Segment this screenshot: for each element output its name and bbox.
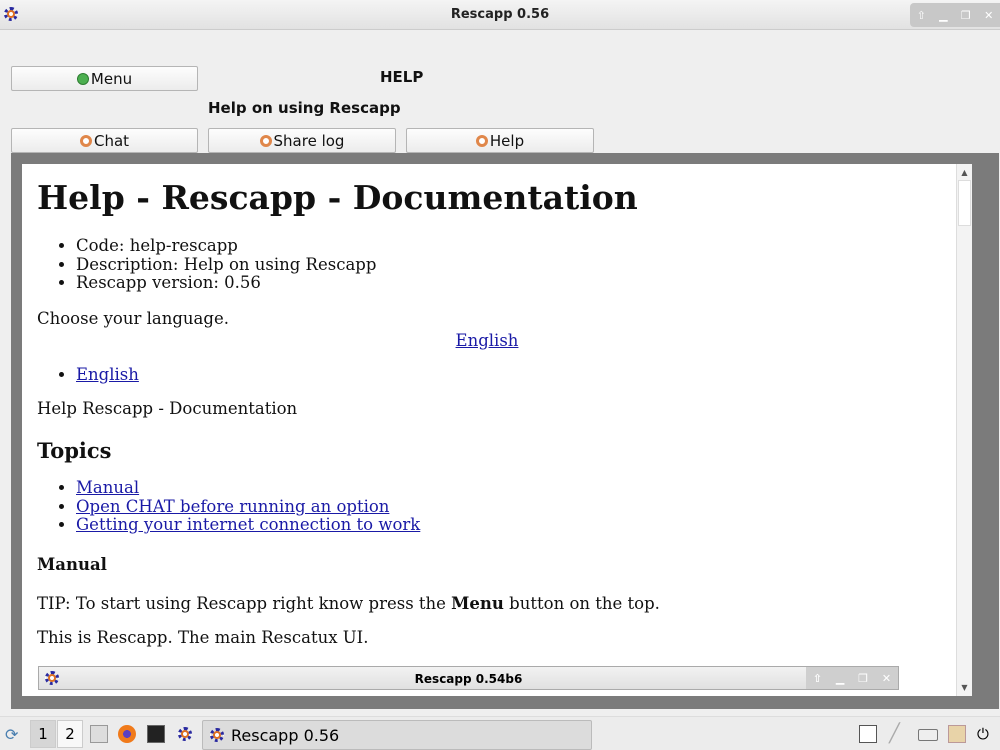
meta-list: Code: help-rescapp Description: Help on … <box>76 236 937 293</box>
lifebuoy-icon <box>259 134 272 147</box>
language-link-english[interactable]: English <box>76 365 139 384</box>
meta-version: Rescapp version: 0.56 <box>76 273 937 293</box>
rescapp-launcher-icon[interactable] <box>178 727 192 741</box>
doc-title: Help - Rescapp - Documentation <box>37 178 638 217</box>
task-rescapp[interactable]: Rescapp 0.56 <box>202 720 592 750</box>
section-title: HELP <box>380 68 424 86</box>
choose-language: Choose your language. <box>37 308 229 328</box>
firefox-icon[interactable] <box>118 725 136 743</box>
main-ui-text: This is Rescapp. The main Rescatux UI. <box>37 627 369 647</box>
menu-icon <box>76 72 89 85</box>
embedded-screenshot: Rescapp 0.54b6 ⇧ ▁ ❐ ✕ <box>38 666 899 690</box>
tip-suffix: button on the top. <box>503 593 660 613</box>
maximize-icon[interactable]: ❐ <box>961 9 971 22</box>
shade-icon[interactable]: ⇧ <box>917 9 926 22</box>
meta-description: Description: Help on using Rescapp <box>76 255 937 275</box>
terminal-icon[interactable] <box>147 725 165 743</box>
screenshot-window-controls: ⇧ ▁ ❐ ✕ <box>806 667 898 689</box>
window-title: Rescapp 0.56 <box>450 7 550 22</box>
chat-label: Chat <box>93 131 130 150</box>
chat-button[interactable]: Chat <box>11 128 198 153</box>
workspace-2[interactable]: 2 <box>57 720 83 748</box>
tip-text: TIP: To start using Rescapp right know p… <box>37 594 937 613</box>
start-menu-icon[interactable]: ⟳ <box>5 725 23 744</box>
screenshot-title: Rescapp 0.54b6 <box>414 672 523 686</box>
help-document: Help - Rescapp - Documentation Code: hel… <box>37 164 937 647</box>
window-titlebar: Rescapp 0.56 ⇧ ▁ ❐ ✕ <box>0 0 1000 30</box>
section-subtitle: Help on using Rescapp <box>208 99 401 117</box>
lifebuoy-icon <box>79 134 92 147</box>
topic-link-internet[interactable]: Getting your internet connection to work <box>76 515 420 534</box>
drive-icon[interactable] <box>918 729 938 741</box>
file-manager-icon[interactable] <box>90 725 108 743</box>
help-label: Help <box>489 131 525 150</box>
workspace-1[interactable]: 1 <box>30 720 56 748</box>
meta-code: Code: help-rescapp <box>76 236 937 256</box>
keyboard-layout-icon[interactable] <box>859 725 877 743</box>
topics-list: Manual Open CHAT before running an optio… <box>76 478 937 535</box>
share-log-button[interactable]: Share log <box>208 128 396 153</box>
menu-button[interactable]: Menu <box>11 66 198 91</box>
doc-intro: Help Rescapp - Documentation <box>37 399 298 418</box>
tip-bold: Menu <box>451 593 504 613</box>
rescapp-logo-icon <box>210 728 224 742</box>
pen-icon[interactable]: ╱ <box>889 725 907 743</box>
language-link-english-center[interactable]: English <box>456 331 519 350</box>
vertical-scrollbar[interactable]: ▲ ▼ <box>956 164 972 696</box>
menu-label: Menu <box>90 69 133 88</box>
window-controls: ⇧ ▁ ❐ ✕ <box>910 3 1000 27</box>
taskbar: ⟳ 1 2 Rescapp 0.56 ╱ ⏻ <box>0 716 1000 750</box>
lifebuoy-icon <box>475 134 488 147</box>
topic-link-open-chat[interactable]: Open CHAT before running an option <box>76 497 389 516</box>
scrollbar-thumb[interactable] <box>958 180 971 226</box>
share-log-label: Share log <box>273 131 345 150</box>
topics-heading: Topics <box>37 438 112 463</box>
help-button[interactable]: Help <box>406 128 594 153</box>
task-label: Rescapp 0.56 <box>231 725 340 745</box>
manual-heading: Manual <box>37 554 107 574</box>
folder-icon[interactable] <box>948 725 966 743</box>
tip-prefix: TIP: To start using Rescapp right know p… <box>37 593 452 613</box>
scroll-up-icon[interactable]: ▲ <box>957 168 972 177</box>
help-browser: Help - Rescapp - Documentation Code: hel… <box>22 164 972 696</box>
power-icon[interactable]: ⏻ <box>977 725 995 743</box>
topic-link-manual[interactable]: Manual <box>76 478 139 497</box>
minimize-icon[interactable]: ▁ <box>939 9 947 22</box>
scroll-down-icon[interactable]: ▼ <box>957 683 972 692</box>
close-icon[interactable]: ✕ <box>984 9 993 22</box>
